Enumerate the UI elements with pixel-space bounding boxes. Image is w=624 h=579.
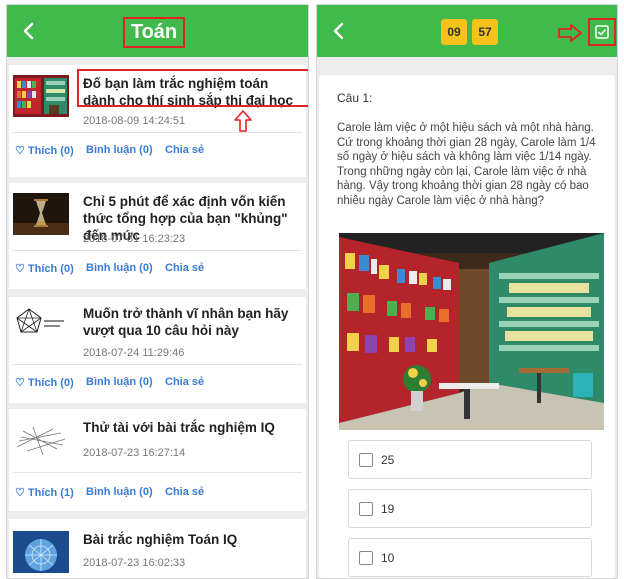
like-button[interactable]: ♡ Thích (0) <box>15 262 74 275</box>
checkbox-icon[interactable] <box>359 453 373 467</box>
article-card-4[interactable]: Thử tài với bài trắc nghiệm IQ 2018-07-2… <box>9 409 306 511</box>
article-date: 2018-07-23 16:02:33 <box>83 557 186 569</box>
right-arrow-annotation-icon <box>558 24 582 42</box>
right-screen: 09 57 Câu 1: Carole làm việc ở một hiệu … <box>316 4 618 579</box>
article-thumbnail-pentagon <box>13 305 69 347</box>
checkbox-icon[interactable] <box>359 502 373 516</box>
article-title[interactable]: Bài trắc nghiệm Toán IQ <box>83 531 302 548</box>
heart-icon: ♡ <box>15 487 28 499</box>
up-arrow-annotation-icon <box>234 110 252 132</box>
share-button[interactable]: Chia sẻ <box>165 486 204 498</box>
like-label: Thích (0) <box>27 145 74 157</box>
like-button[interactable]: ♡ Thích (1) <box>15 486 74 499</box>
question-panel: Câu 1: Carole làm việc ở một hiệu sách v… <box>319 75 615 578</box>
quiz-header-bar: 09 57 <box>317 5 617 57</box>
article-thumbnail-bookstore <box>13 75 69 117</box>
timer-minutes: 09 <box>441 19 467 45</box>
share-button[interactable]: Chia sẻ <box>165 376 204 388</box>
like-label: Thích (0) <box>27 377 74 389</box>
answer-option-2[interactable]: 19 <box>348 489 592 528</box>
article-card-3[interactable]: Muốn trở thành vĩ nhân bạn hãy vượt qua … <box>9 297 306 403</box>
left-screen: Toán Đố bạn làm trắc nghiệm toán dành ch… <box>6 4 309 579</box>
page-title: Toán <box>123 17 185 48</box>
article-thumbnail-hourglass <box>13 193 69 235</box>
checkbox-icon[interactable] <box>359 551 373 565</box>
like-button[interactable]: ♡ Thích (0) <box>15 376 74 389</box>
article-date: 2018-08-09 14:24:51 <box>83 115 186 127</box>
back-chevron-icon[interactable] <box>17 19 41 43</box>
article-date: 2018-07-23 16:27:14 <box>83 447 186 459</box>
comment-button[interactable]: Bình luận (0) <box>86 262 153 274</box>
article-thumbnail-sphere <box>13 531 69 573</box>
share-button[interactable]: Chia sẻ <box>165 262 204 274</box>
article-card-5[interactable]: Bài trắc nghiệm Toán IQ 2018-07-23 16:02… <box>9 519 306 578</box>
submit-check-button[interactable] <box>588 18 616 46</box>
highlight-annotation <box>77 69 308 107</box>
article-title[interactable]: Thử tài với bài trắc nghiệm IQ <box>83 419 302 436</box>
like-label: Thích (1) <box>27 487 74 499</box>
comment-button[interactable]: Bình luận (0) <box>86 144 153 156</box>
answer-label: 19 <box>381 502 395 516</box>
like-label: Thích (0) <box>27 263 74 275</box>
question-number: Câu 1: <box>337 91 373 105</box>
back-chevron-icon[interactable] <box>327 19 351 43</box>
divider <box>13 472 302 473</box>
answer-label: 10 <box>381 551 395 565</box>
answer-label: 25 <box>381 453 395 467</box>
header-bar: Toán <box>7 5 308 57</box>
heart-icon: ♡ <box>15 263 28 275</box>
heart-icon: ♡ <box>15 377 28 389</box>
answer-option-3[interactable]: 10 <box>348 538 592 577</box>
question-image-bookstore <box>339 233 604 430</box>
timer-seconds: 57 <box>472 19 498 45</box>
question-text: Carole làm việc ở một hiệu sách và một n… <box>337 122 596 207</box>
divider <box>13 364 302 365</box>
comment-button[interactable]: Bình luận (0) <box>86 486 153 498</box>
answer-option-1[interactable]: 25 <box>348 440 592 479</box>
article-thumbnail-sticks <box>13 419 69 461</box>
divider <box>13 132 302 133</box>
article-date: 2018-07-31 16:23:23 <box>83 233 186 245</box>
comment-button[interactable]: Bình luận (0) <box>86 376 153 388</box>
article-title[interactable]: Muốn trở thành vĩ nhân bạn hãy vượt qua … <box>83 305 302 339</box>
article-card-2[interactable]: Chỉ 5 phút để xác định vốn kiến thức tổn… <box>9 183 306 289</box>
like-button[interactable]: ♡ Thích (0) <box>15 144 74 157</box>
heart-icon: ♡ <box>15 145 28 157</box>
article-date: 2018-07-24 11:29:46 <box>83 347 185 359</box>
share-button[interactable]: Chia sẻ <box>165 144 204 156</box>
checkbox-check-icon <box>595 25 609 39</box>
divider <box>13 250 302 251</box>
